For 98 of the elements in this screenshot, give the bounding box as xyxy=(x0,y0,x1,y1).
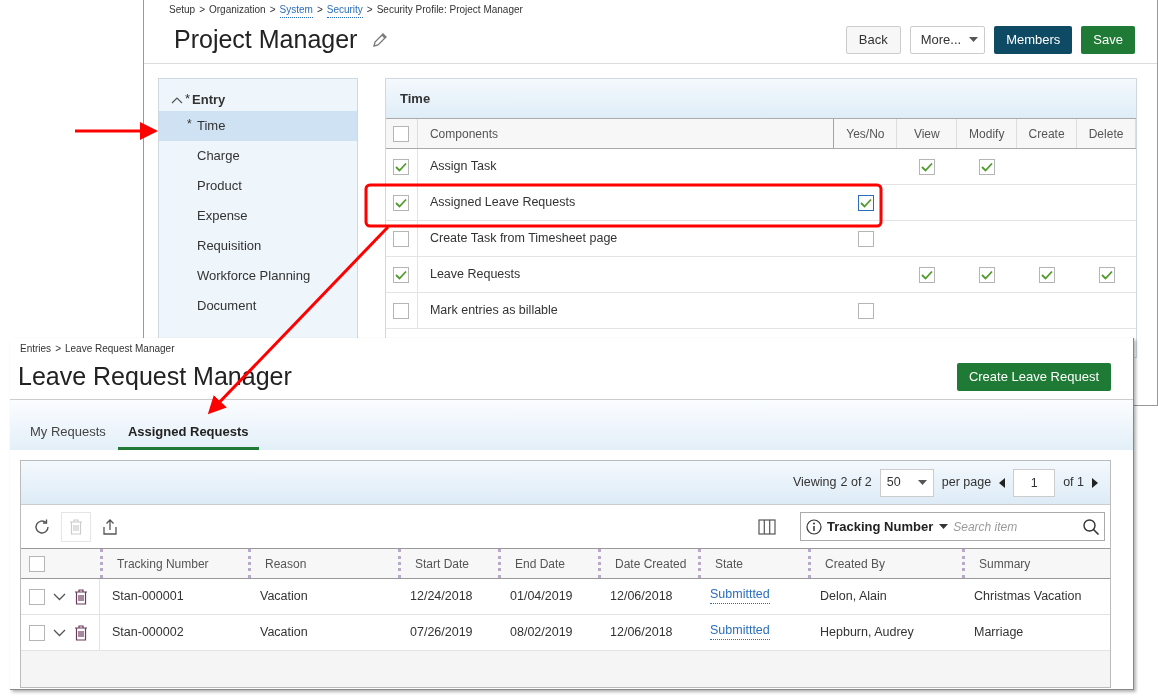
breadcrumb-item: Leave Request Manager xyxy=(64,341,175,356)
checkbox[interactable] xyxy=(857,194,874,211)
per-page-label: per page xyxy=(941,474,992,492)
checkbox[interactable] xyxy=(393,230,410,247)
filter-dropdown[interactable]: Tracking Number xyxy=(827,516,949,537)
sidebar-group[interactable]: Entry xyxy=(192,90,226,110)
checkbox[interactable] xyxy=(857,230,874,247)
checkbox[interactable] xyxy=(857,302,874,319)
page-title: Project Manager xyxy=(174,23,358,55)
column-header[interactable]: Delete xyxy=(1077,119,1136,148)
table-cell-text: Assign Task xyxy=(429,158,497,176)
collapse-icon[interactable] xyxy=(171,96,183,104)
breadcrumb-separator: > xyxy=(55,341,61,356)
state-link[interactable]: Submittted xyxy=(710,620,770,641)
table-cell-text: 08/02/2019 xyxy=(510,624,573,642)
state-link[interactable]: Submittted xyxy=(710,584,770,605)
export-icon[interactable] xyxy=(101,517,119,536)
page-size-dropdown[interactable]: 50 xyxy=(879,468,934,497)
button[interactable]: Save xyxy=(1081,25,1135,54)
column-header[interactable]: View xyxy=(897,119,958,148)
column-header[interactable]: Components xyxy=(417,119,835,148)
page-field[interactable]: 1 xyxy=(1013,468,1056,497)
table-cell-text: Delon, Alain xyxy=(820,588,887,606)
caret-icon xyxy=(917,480,927,485)
button[interactable]: Back xyxy=(845,25,901,54)
table-cell-text: Vacation xyxy=(260,588,308,606)
table-cell-text: Marriage xyxy=(974,624,1024,642)
columns-icon[interactable] xyxy=(758,518,776,535)
table-cell-text: 12/06/2018 xyxy=(610,624,673,642)
checkbox[interactable] xyxy=(979,266,996,283)
breadcrumb-item: Setup xyxy=(169,3,196,17)
breadcrumb-item: Entries xyxy=(20,341,52,356)
panel-title: Time xyxy=(386,79,1136,119)
checkbox[interactable] xyxy=(29,624,45,641)
sidebar-item[interactable]: Workforce Planning xyxy=(159,261,357,291)
caret-icon xyxy=(969,37,979,42)
table-cell-text: Create Task from Timesheet page xyxy=(429,230,618,248)
trash-icon[interactable] xyxy=(74,588,88,605)
checkbox[interactable] xyxy=(393,302,410,319)
tab[interactable]: My Requests xyxy=(20,416,116,450)
search-field[interactable]: Tracking Number Search item xyxy=(800,512,1105,541)
sidebar-item[interactable]: Product xyxy=(159,171,357,201)
checkbox[interactable] xyxy=(1098,266,1115,283)
info-icon xyxy=(806,518,822,535)
previous-page-icon[interactable] xyxy=(999,477,1006,488)
checkbox[interactable] xyxy=(29,555,45,572)
breadcrumb-separator: > xyxy=(316,3,323,17)
page-count: of 1 xyxy=(1063,474,1084,492)
breadcrumb-separator: > xyxy=(366,3,373,17)
sidebar-item[interactable]: Charge xyxy=(159,141,357,171)
sidebar-item[interactable]: Requisition xyxy=(159,231,357,261)
table-cell-text: Leave Requests xyxy=(429,266,521,284)
table-cell-text: Christmas Vacation xyxy=(974,588,1082,606)
checkbox[interactable] xyxy=(393,125,410,142)
table-cell-text: Mark entries as billable xyxy=(429,302,558,320)
breadcrumb-separator: > xyxy=(269,3,276,17)
column-header[interactable]: Yes/No xyxy=(834,119,898,148)
breadcrumb-item: Organization xyxy=(209,3,266,17)
checkbox[interactable] xyxy=(29,588,45,605)
expand-icon[interactable] xyxy=(53,628,66,637)
checkbox[interactable] xyxy=(393,158,410,175)
refresh-icon[interactable] xyxy=(33,517,51,536)
column-header[interactable]: Create xyxy=(1017,119,1078,148)
tab[interactable]: Assigned Requests xyxy=(117,416,259,450)
table-cell-text: 12/24/2018 xyxy=(410,588,473,606)
breadcrumb-item: Security Profile: Project Manager xyxy=(376,3,523,17)
record-count: 2 of 2 xyxy=(840,474,872,492)
breadcrumb-link[interactable]: Security xyxy=(326,1,363,18)
checkbox[interactable] xyxy=(393,266,410,283)
sidebar-item[interactable]: Expense xyxy=(159,201,357,231)
table-cell-text: 12/06/2018 xyxy=(610,588,673,606)
create-button[interactable]: Create Leave Request xyxy=(956,362,1111,391)
viewing-label: Viewing xyxy=(792,474,837,492)
search-icon[interactable] xyxy=(1082,517,1100,536)
table-cell-text: 07/26/2019 xyxy=(410,624,473,642)
checkbox[interactable] xyxy=(979,158,996,175)
trash-icon[interactable] xyxy=(74,624,88,641)
dropdown-button[interactable]: More... xyxy=(909,25,986,54)
sidebar-item[interactable]: * Time xyxy=(159,111,357,141)
expand-icon[interactable] xyxy=(53,592,66,601)
table-cell-text: Vacation xyxy=(260,624,308,642)
breadcrumb-separator: > xyxy=(199,3,205,17)
table-cell-text: Assigned Leave Requests xyxy=(429,194,576,212)
checkbox[interactable] xyxy=(919,158,936,175)
checkbox[interactable] xyxy=(1039,266,1056,283)
table-cell-text: Hepburn, Audrey xyxy=(820,624,914,642)
column-header[interactable]: Modify xyxy=(957,119,1018,148)
next-page-icon[interactable] xyxy=(1092,477,1098,488)
checkbox[interactable] xyxy=(393,194,410,211)
checkbox[interactable] xyxy=(919,266,936,283)
caret-icon xyxy=(939,524,949,529)
button[interactable]: Members xyxy=(994,25,1073,54)
table-cell-text: Stan-000001 xyxy=(112,588,184,606)
sidebar-item[interactable]: Document xyxy=(159,291,357,321)
table-cell-text: 01/04/2019 xyxy=(510,588,573,606)
table-cell-text: Stan-000002 xyxy=(112,624,184,642)
breadcrumb-link[interactable]: System xyxy=(279,1,313,18)
required-marker: * xyxy=(185,90,191,108)
